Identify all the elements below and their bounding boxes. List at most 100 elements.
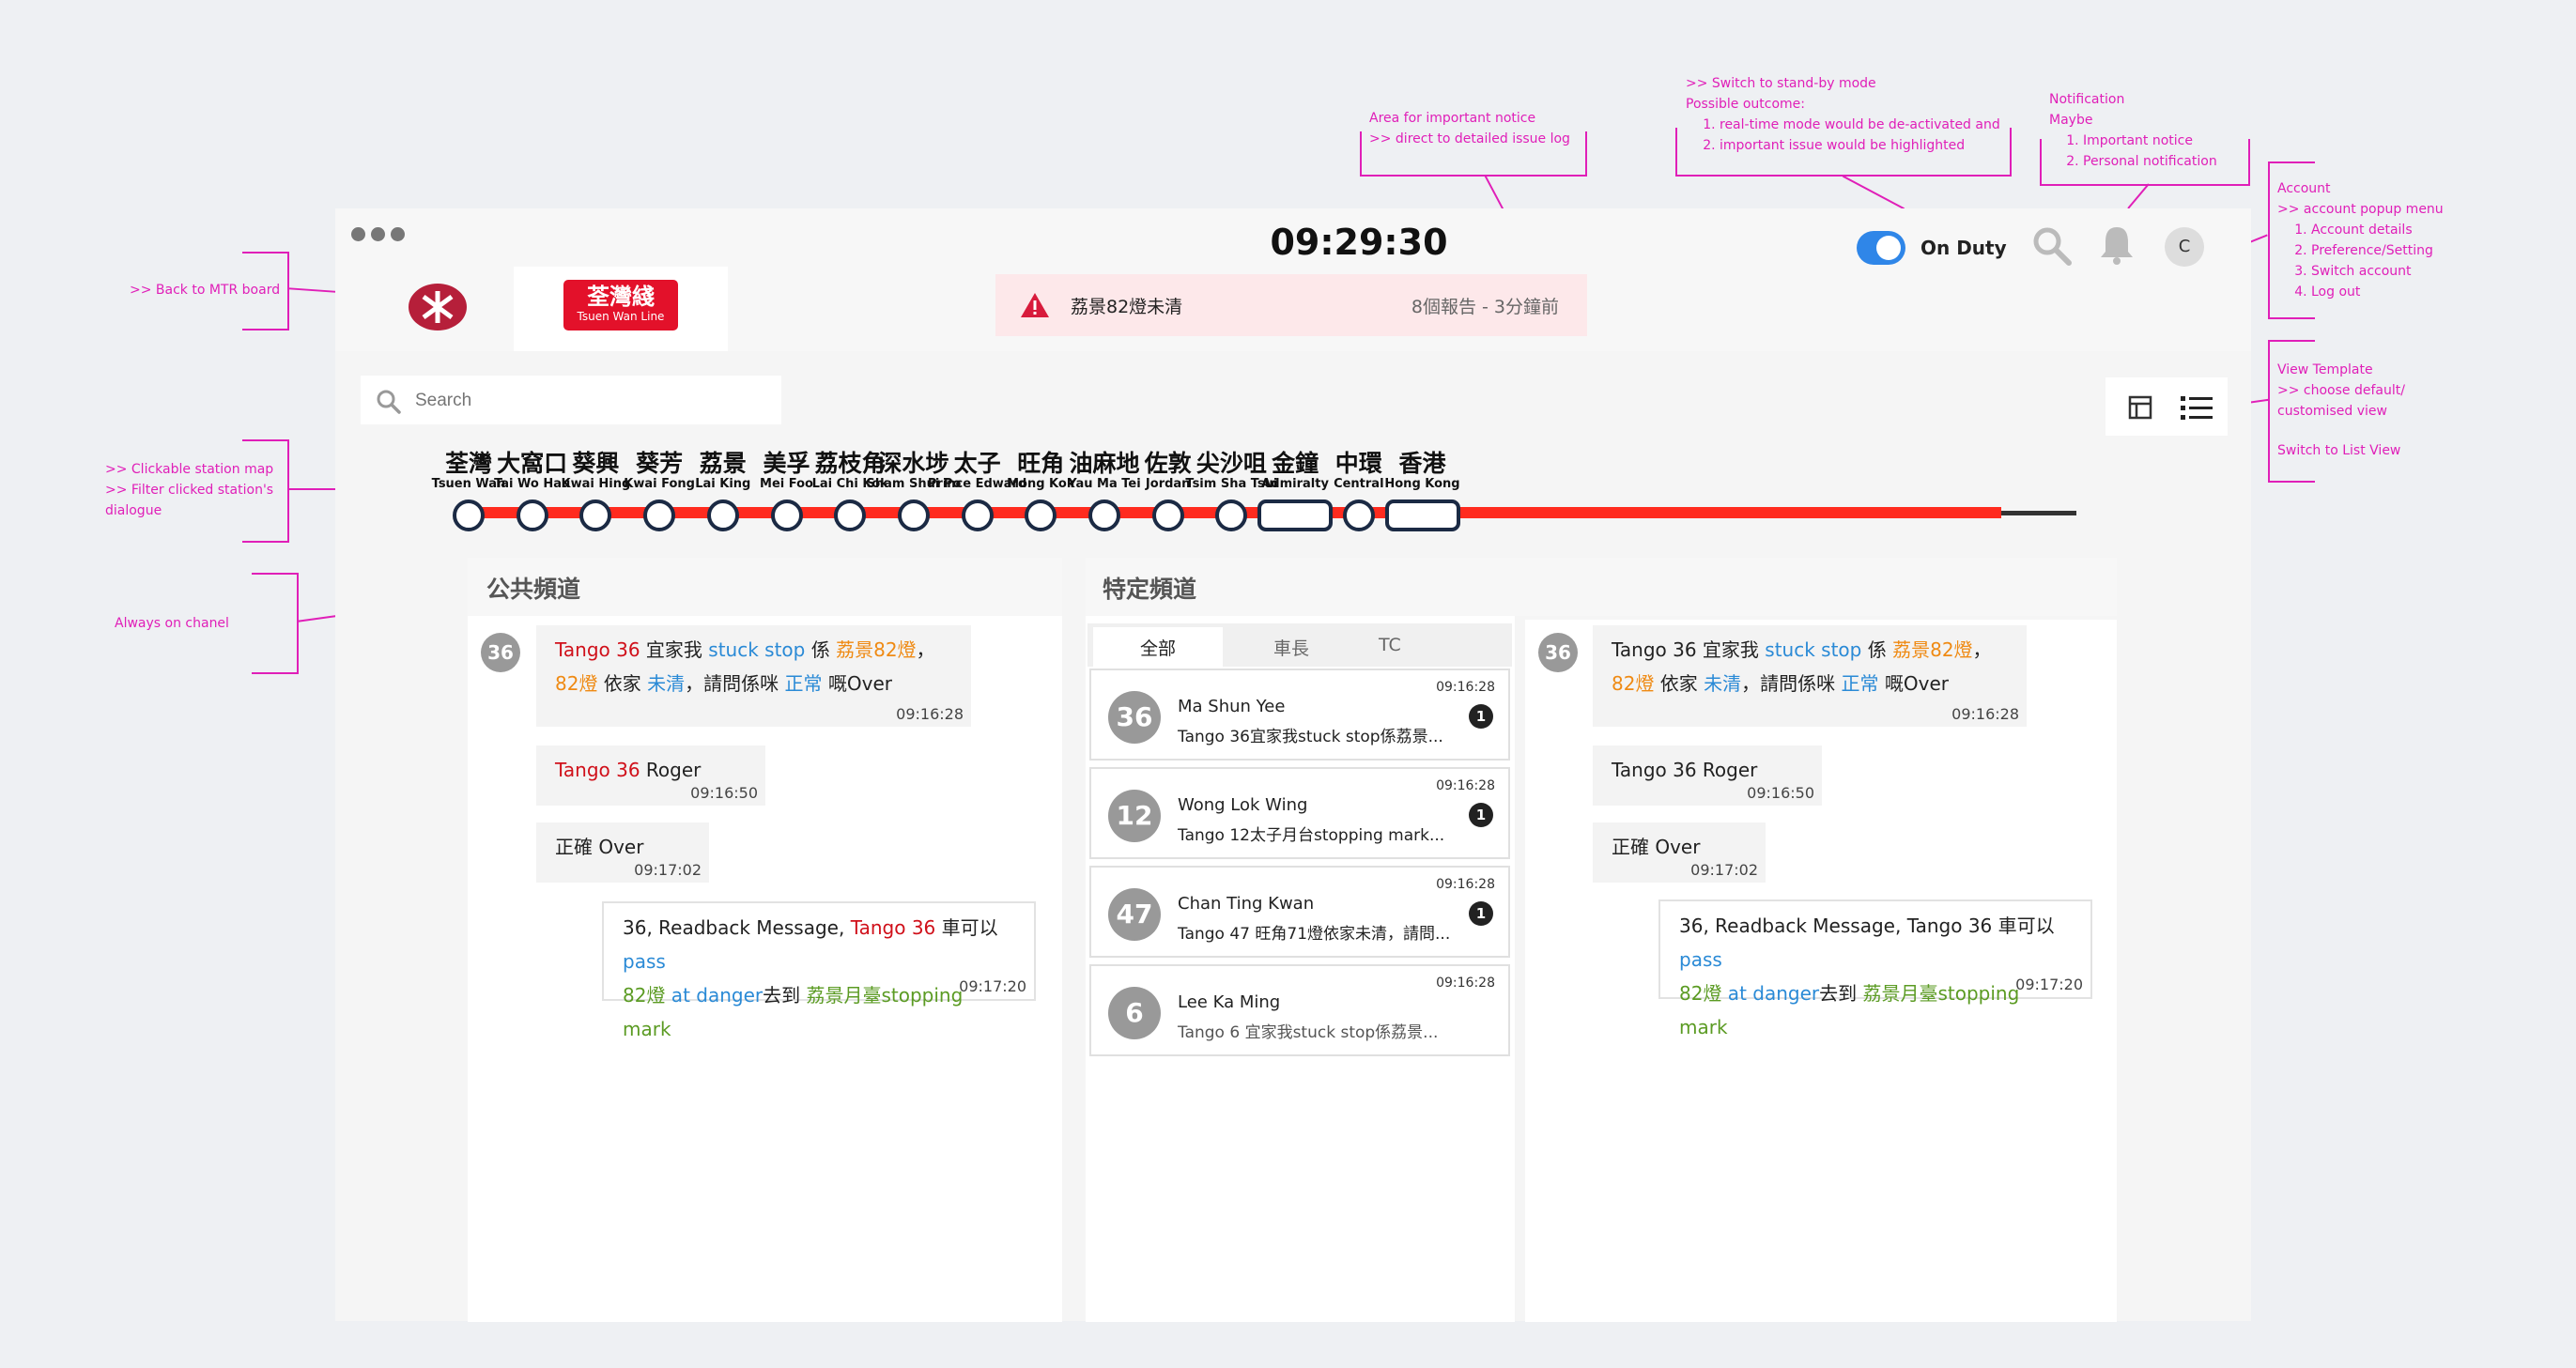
tab-driver[interactable]: 車長 <box>1273 635 1309 660</box>
station-node[interactable] <box>706 500 739 531</box>
search-box[interactable] <box>361 376 781 424</box>
search-icon[interactable] <box>2031 225 2073 267</box>
line-track-dark <box>2001 511 2076 515</box>
msg-fragment: Tango 36 <box>555 638 640 661</box>
mtr-logo-icon <box>409 284 467 330</box>
contact-card[interactable]: 12 Wong Lok Wing Tango 12太子月台stopping mark… <box>1089 767 1510 859</box>
contact-name: Chan Ting Kwan <box>1178 894 1315 914</box>
window-dot[interactable] <box>391 227 405 241</box>
msg-fragment: ， <box>1972 638 1992 661</box>
contact-card[interactable]: 6 Lee Ka Ming Tango 6 宜家我stuck stop係荔景... 0… <box>1089 964 1510 1056</box>
annotation-line <box>286 287 337 293</box>
window-dot[interactable] <box>351 227 365 241</box>
bell-icon[interactable] <box>2098 223 2136 265</box>
station-node[interactable] <box>961 500 994 531</box>
msg-fragment: Tango 36 <box>850 916 936 939</box>
panel-header <box>1086 558 2117 616</box>
contact-time: 09:16:28 <box>1436 778 1495 793</box>
msg-fragment: 依家 <box>597 672 648 695</box>
annotation-text: Account details <box>2311 220 2444 240</box>
msg-fragment: 宜家我 <box>1696 638 1766 661</box>
annotation-line <box>1484 176 1506 213</box>
annotation-bracket <box>1360 131 1587 177</box>
contact-avatar: 12 <box>1108 790 1161 842</box>
station-node[interactable] <box>1151 500 1184 531</box>
station-name-zh: 香港 <box>1398 450 1446 477</box>
contact-card[interactable]: 36 Ma Shun Yee Tango 36宜家我stuck stop係荔景...… <box>1089 669 1510 761</box>
annotation-bracket <box>242 252 289 330</box>
line-logo: 荃灣綫 Tsuen Wan Line <box>563 280 678 330</box>
msg-fragment: ，請問係咪 <box>1741 672 1842 695</box>
window-dot[interactable] <box>371 227 385 241</box>
msg-fragment: 82燈 <box>1612 672 1655 695</box>
station-node[interactable] <box>1384 500 1460 531</box>
msg-fragment: 係 <box>805 638 837 661</box>
clock: 09:29:30 <box>1270 222 1448 263</box>
station-node[interactable] <box>1088 500 1120 531</box>
station-node[interactable] <box>579 500 612 531</box>
avatar[interactable]: C <box>2165 227 2204 267</box>
contact-name: Wong Lok Wing <box>1178 795 1308 815</box>
train-badge: 36 <box>481 633 520 672</box>
station-node[interactable] <box>770 500 803 531</box>
msg-time: 09:17:02 <box>1690 861 1758 879</box>
station-node[interactable] <box>453 500 485 531</box>
station-node[interactable] <box>1257 500 1334 531</box>
station-node[interactable] <box>643 500 676 531</box>
annotation-text: Preference/Setting <box>2311 240 2444 261</box>
station-label[interactable]: 香港 Hong Kong <box>1366 451 1479 492</box>
msg-fragment: Tango 36 Roger <box>1612 759 1758 781</box>
contact-preview: Tango 36宜家我stuck stop係荔景... <box>1178 728 1443 746</box>
mtr-home-tab[interactable] <box>335 267 514 351</box>
msg-time: 09:16:28 <box>896 705 964 723</box>
msg-time: 09:16:28 <box>1951 705 2019 723</box>
station-node[interactable] <box>1342 500 1375 531</box>
msg-fragment: 去到 <box>763 984 807 1007</box>
list-view-icon[interactable] <box>2181 394 2213 421</box>
msg-fragment: 未清 <box>647 672 686 695</box>
message-bubble: Tango 36 宜家我 stuck stop 係 荔景82燈， 82燈 依家 … <box>536 625 971 727</box>
train-badge: 36 <box>1538 633 1578 672</box>
outgoing-message-bubble: 36, Readback Message, Tango 36 車可以 pass 8… <box>1658 899 2092 1038</box>
top-bar: 荃灣綫 Tsuen Wan Line 09:29:30 荔景82燈未清 8個報告… <box>335 208 2251 351</box>
line-name-en: Tsuen Wan Line <box>577 310 665 323</box>
msg-fragment: Roger <box>640 759 702 781</box>
panel-title: 特定頻道 <box>1103 576 1197 603</box>
msg-fragment: 嘅Over <box>822 672 892 695</box>
template-view-icon[interactable] <box>2128 395 2152 420</box>
tab-tc[interactable]: TC <box>1379 635 1401 655</box>
msg-fragment: 車可以 <box>935 916 998 939</box>
station-node[interactable] <box>1215 500 1248 531</box>
contact-avatar: 6 <box>1108 987 1161 1039</box>
tsuen-wan-line-tab[interactable]: 荃灣綫 Tsuen Wan Line <box>514 267 728 351</box>
public-channel-panel: 公共頻道 36 Tango 36 宜家我 stuck stop 係 荔景82燈，… <box>468 558 1062 1322</box>
annotation-bracket <box>1675 128 2012 177</box>
contact-name: Lee Ka Ming <box>1178 992 1281 1012</box>
msg-time: 09:16:50 <box>1747 784 1814 802</box>
station-node[interactable] <box>897 500 930 531</box>
tab-all[interactable]: 全部 <box>1140 635 1176 660</box>
station-node[interactable] <box>1025 500 1057 531</box>
annotation-text: Switch account <box>2311 261 2444 282</box>
msg-fragment: 正確 Over <box>555 836 644 858</box>
contact-card[interactable]: 47 Chan Ting Kwan Tango 47 旺角71燈依家未清，請問...… <box>1089 866 1510 958</box>
station-node[interactable] <box>834 500 867 531</box>
msg-fragment: 82燈 <box>1679 982 1722 1005</box>
notice-meta: 8個報告 - 3分鐘前 <box>1411 297 1559 317</box>
unread-count-badge: 1 <box>1469 803 1493 827</box>
station-node[interactable] <box>516 500 548 531</box>
warning-icon <box>1021 293 1049 317</box>
contact-preview: Tango 47 旺角71燈依家未清，請問... <box>1178 925 1451 944</box>
duty-label: On Duty <box>1920 237 2007 259</box>
annotation-line <box>1842 175 1905 210</box>
search-input[interactable] <box>413 385 764 417</box>
msg-fragment: 82燈 <box>623 984 666 1007</box>
specific-channel-conversation: 36 Tango 36 宜家我 stuck stop 係 荔景82燈， 82燈 … <box>1525 620 2117 1322</box>
msg-fragment: 宜家我 <box>640 638 709 661</box>
msg-fragment: 依家 <box>1654 672 1704 695</box>
duty-toggle[interactable] <box>1857 231 1905 265</box>
msg-fragment: 荔景82燈 <box>1892 638 1973 661</box>
important-notice[interactable]: 荔景82燈未清 8個報告 - 3分鐘前 <box>995 274 1587 336</box>
msg-fragment: ，請問係咪 <box>685 672 785 695</box>
msg-fragment: at danger <box>1721 982 1820 1005</box>
